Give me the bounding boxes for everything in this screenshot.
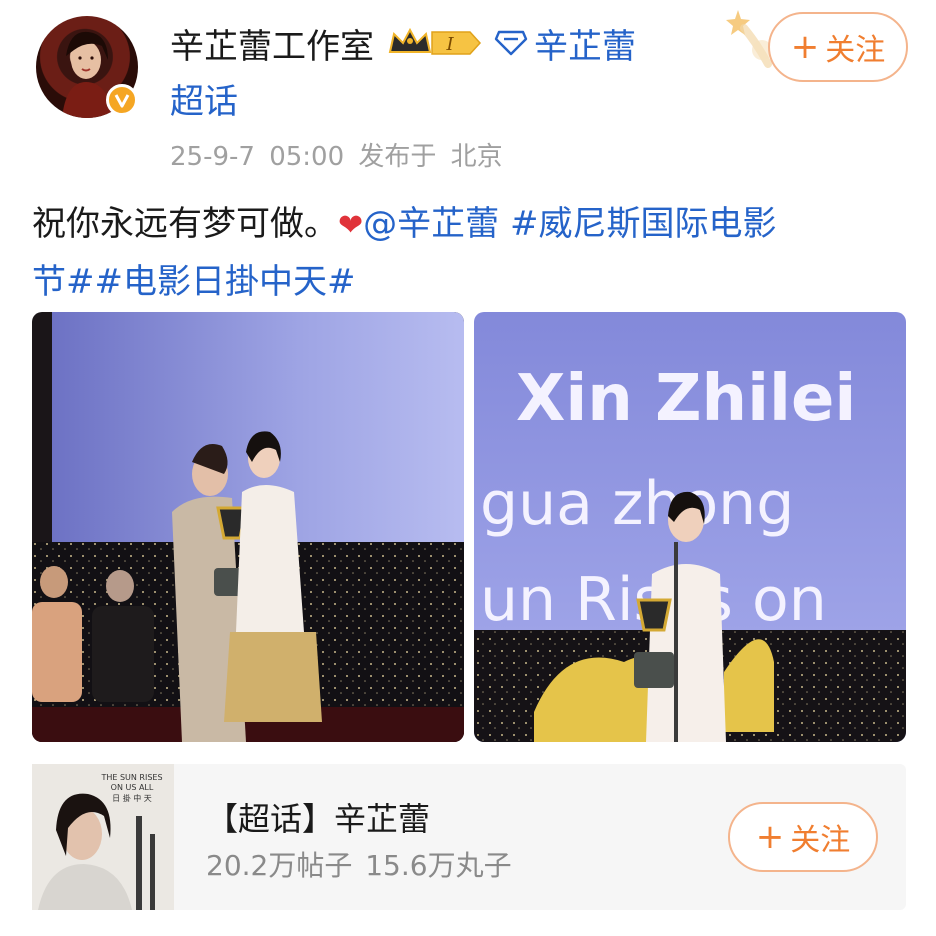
timestamp: 25-9-7 05:00 (170, 142, 345, 172)
plus-icon: + (790, 27, 820, 67)
screen-text-name: Xin Zhilei (516, 362, 856, 436)
topic-follow-button[interactable]: + 关注 (728, 802, 878, 872)
weibo-post: 辛芷蕾工作室 I 辛芷蕾 超话 25-9-7 05:00 发布于 北京 + 关注… (0, 0, 936, 936)
linked-supertopic[interactable]: 辛芷蕾 (494, 19, 636, 68)
photo-award-speech[interactable]: Xin Zhilei gua zhong un Rises on (474, 312, 906, 742)
linked-name: 辛芷蕾 (534, 26, 636, 67)
author-line: 辛芷蕾工作室 I 辛芷蕾 (170, 18, 636, 68)
diamond-icon (494, 30, 528, 56)
topic-title: 【超话】辛芷蕾 (206, 800, 431, 838)
poster-line-3: 日 掛 中 天 (112, 793, 152, 803)
post-meta: 25-9-7 05:00 发布于 北京 (170, 136, 503, 173)
topic-follow-label: 关注 (790, 823, 851, 858)
post-text-plain: 祝你永远有梦可做。 (32, 204, 338, 244)
verified-v-icon (106, 84, 138, 116)
post-text: 祝你永远有梦可做。❤@辛芷蕾 #威尼斯国际电影 节##电影日掛中天# (32, 196, 912, 310)
follow-label: 关注 (825, 33, 886, 68)
screen-text-line2: gua zhong (480, 469, 794, 539)
supertopic-card[interactable]: THE SUN RISES ON US ALL 日 掛 中 天 【超话】辛芷蕾 … (32, 764, 906, 910)
follow-button[interactable]: + 关注 (768, 12, 908, 82)
author-avatar[interactable] (36, 16, 138, 118)
heart-icon: ❤ (338, 208, 364, 243)
plus-icon: + (755, 817, 785, 857)
hashtag-venice-a[interactable]: #威尼斯国际电影 (510, 204, 777, 244)
hashtag-venice-b[interactable]: 节# (32, 262, 95, 302)
poster-line-1: THE SUN RISES (100, 773, 162, 782)
author-name[interactable]: 辛芷蕾工作室 (170, 19, 374, 68)
photo-award-stage[interactable] (32, 312, 464, 742)
linked-suffix[interactable]: 超话 (170, 74, 238, 123)
mention-link[interactable]: @辛芷蕾 (363, 204, 499, 244)
poster-line-2: ON US ALL (111, 783, 154, 792)
topic-stats: 20.2万帖子 15.6万丸子 (206, 849, 512, 882)
hashtag-film[interactable]: #电影日掛中天# (95, 262, 356, 302)
rank-text: I (445, 34, 454, 55)
location: 发布于 北京 (358, 142, 503, 172)
crown-rank-icon[interactable]: I (386, 26, 482, 60)
film-poster: THE SUN RISES ON US ALL 日 掛 中 天 (32, 764, 174, 910)
